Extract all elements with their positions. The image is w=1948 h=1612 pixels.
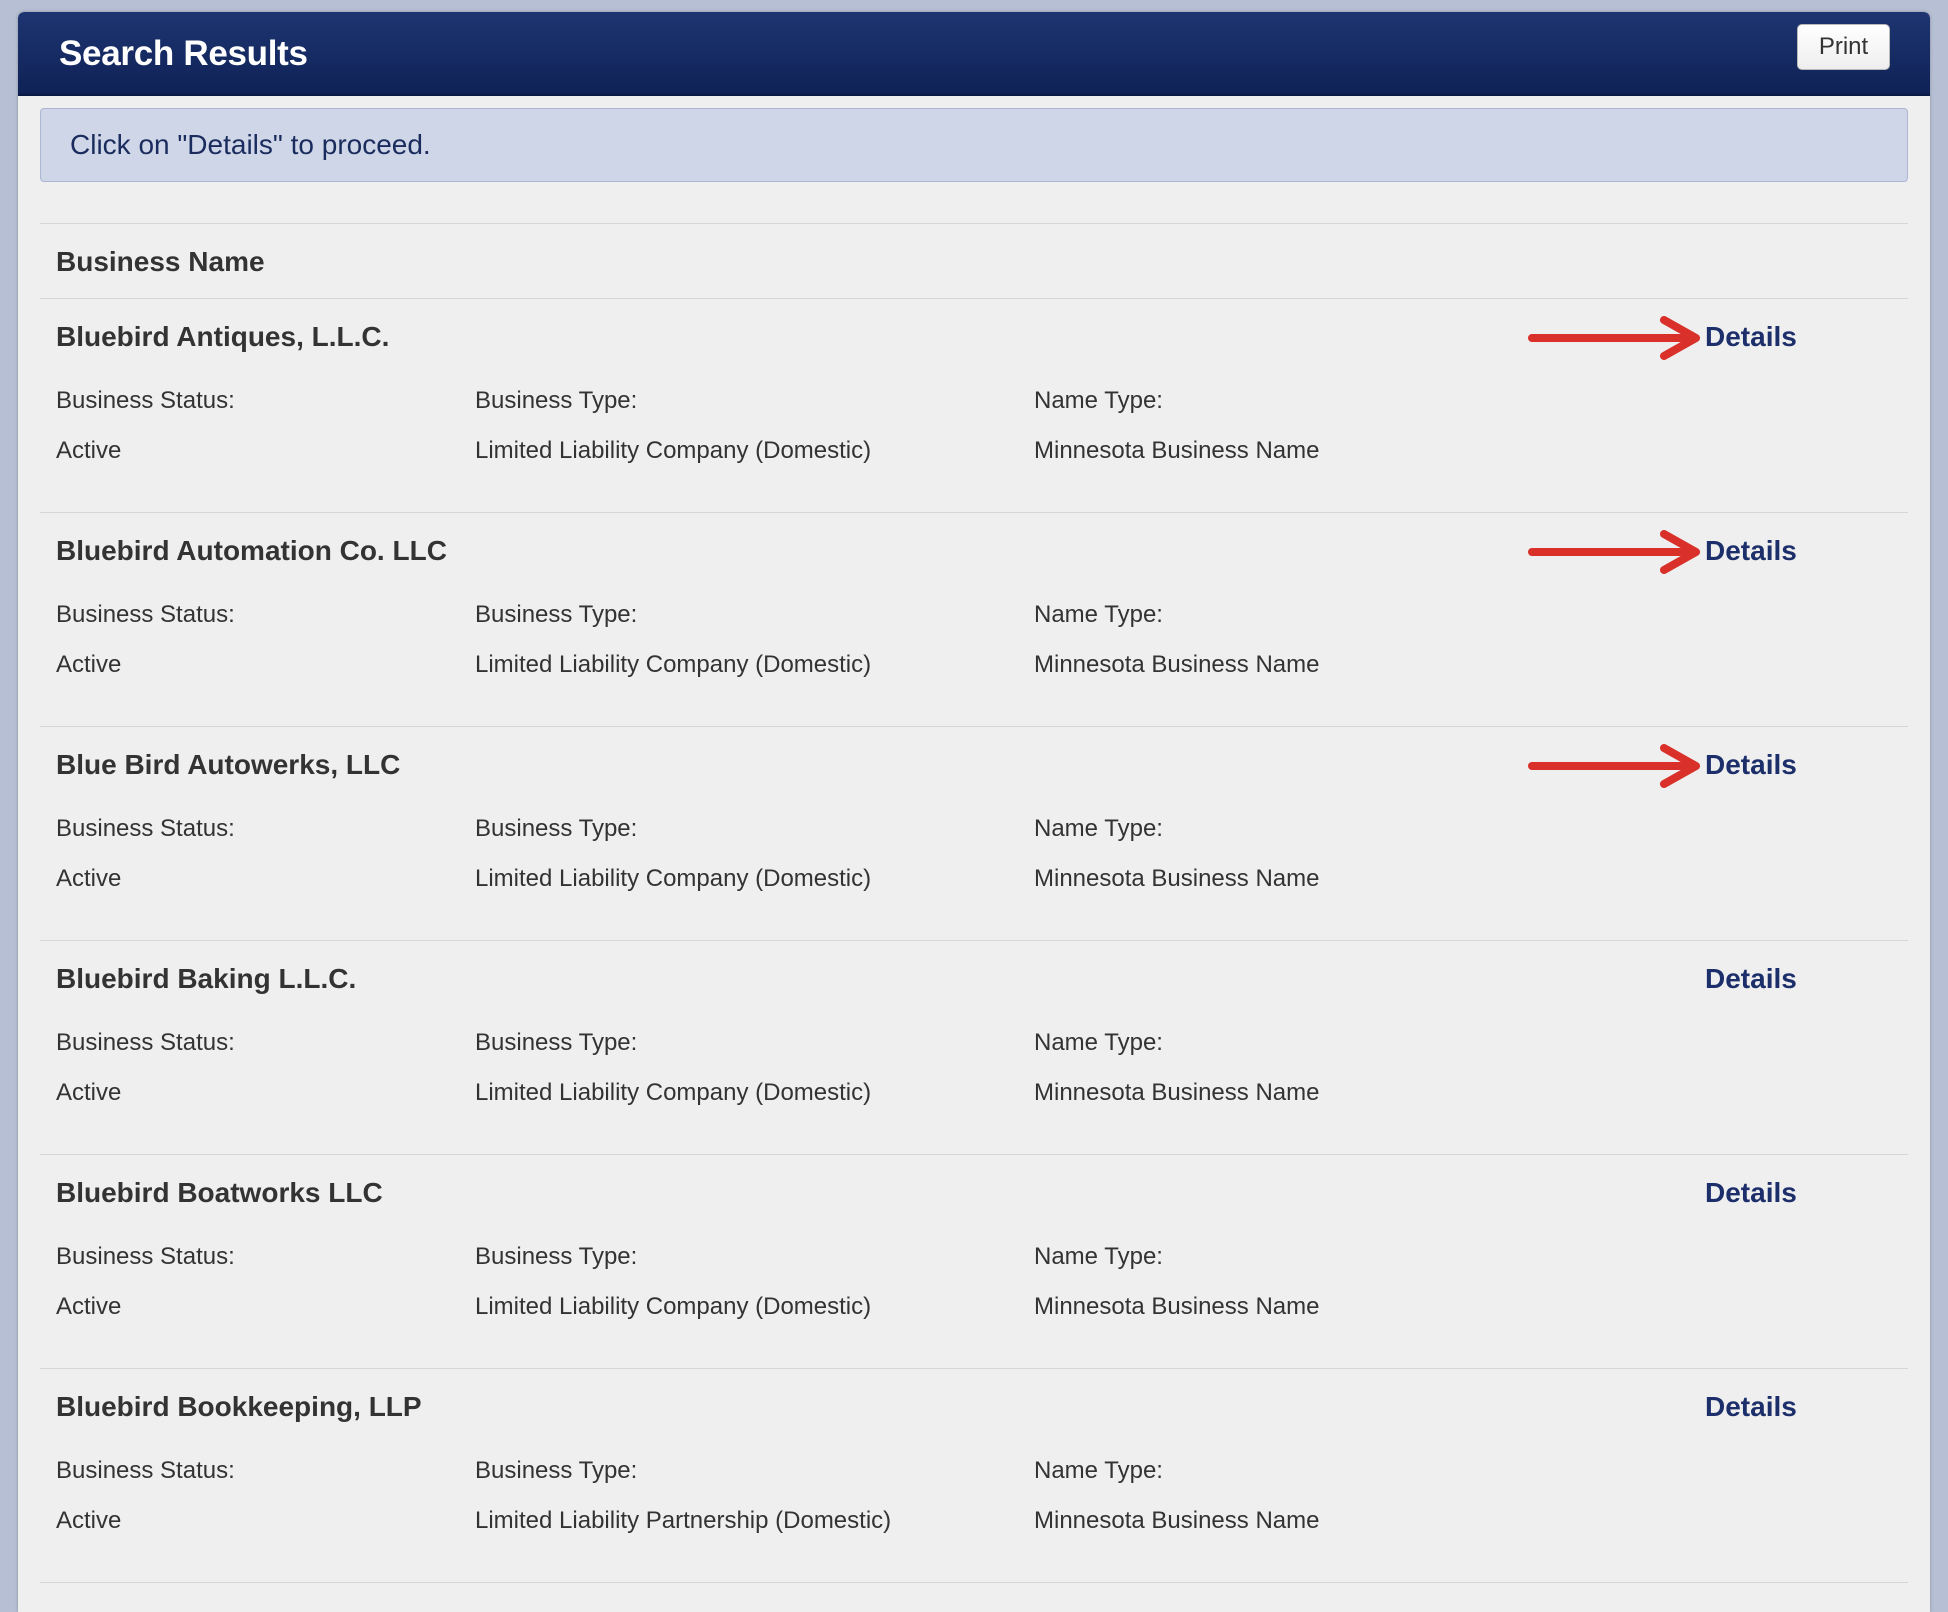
result-row-2: Bluebird Automation Co. LLC Details Busi… <box>40 513 1908 727</box>
business-name: Bluebird Antiques, L.L.C. <box>56 321 390 352</box>
result-row-6: Bluebird Bookkeeping, LLP Details Busine… <box>40 1369 1908 1583</box>
info-banner-text: Click on "Details" to proceed. <box>70 129 431 160</box>
business-status-value: Active <box>56 437 122 464</box>
page-title: Search Results <box>59 34 308 73</box>
business-status-label: Business Status: <box>56 815 235 842</box>
business-type-value: Limited Liability Company (Domestic) <box>475 437 872 464</box>
red-arrow-right-icon <box>1528 316 1700 360</box>
name-type-label: Name Type: <box>1034 1243 1163 1270</box>
name-type-value: Minnesota Business Name <box>1034 1507 1320 1534</box>
result-row-4: Bluebird Baking L.L.C. Details Business … <box>40 941 1908 1155</box>
details-link[interactable]: Details <box>1705 535 1797 567</box>
name-type-value: Minnesota Business Name <box>1034 651 1320 678</box>
details-link[interactable]: Details <box>1705 1391 1797 1423</box>
business-type-value: Limited Liability Company (Domestic) <box>475 651 872 678</box>
business-status-value: Active <box>56 1079 122 1106</box>
business-type-value: Limited Liability Company (Domestic) <box>475 1293 872 1320</box>
business-status-value: Active <box>56 1293 122 1320</box>
business-type-value: Limited Liability Company (Domestic) <box>475 1079 872 1106</box>
details-link[interactable]: Details <box>1705 321 1797 353</box>
info-banner: Click on "Details" to proceed. <box>40 108 1908 182</box>
search-results-panel: Search Results Print Click on "Details" … <box>18 12 1930 1612</box>
business-type-value: Limited Liability Partnership (Domestic) <box>475 1507 892 1534</box>
business-name: Bluebird Boatworks LLC <box>56 1177 383 1208</box>
business-name: Blue Bird Autowerks, LLC <box>56 749 401 780</box>
result-row-1: Bluebird Antiques, L.L.C. Details Busine… <box>40 299 1908 513</box>
business-name: Bluebird Automation Co. LLC <box>56 535 447 566</box>
red-arrow-right-icon <box>1528 530 1700 574</box>
business-status-value: Active <box>56 1507 122 1534</box>
business-type-label: Business Type: <box>475 1029 638 1056</box>
business-status-value: Active <box>56 865 122 892</box>
result-row-3: Blue Bird Autowerks, LLC Details Busines… <box>40 727 1908 941</box>
business-status-label: Business Status: <box>56 1029 235 1056</box>
print-button[interactable]: Print <box>1797 24 1890 70</box>
business-type-label: Business Type: <box>475 387 638 414</box>
name-type-value: Minnesota Business Name <box>1034 865 1320 892</box>
business-type-label: Business Type: <box>475 815 638 842</box>
name-type-label: Name Type: <box>1034 1029 1163 1056</box>
results-list: Business Name Bluebird Antiques, L.L.C. … <box>40 223 1908 1583</box>
business-type-label: Business Type: <box>475 1457 638 1484</box>
details-link[interactable]: Details <box>1705 963 1797 995</box>
column-header-business-name: Business Name <box>56 246 265 277</box>
business-type-label: Business Type: <box>475 1243 638 1270</box>
result-row-5: Bluebird Boatworks LLC Details Business … <box>40 1155 1908 1369</box>
business-name: Bluebird Bookkeeping, LLP <box>56 1391 422 1422</box>
business-status-label: Business Status: <box>56 1243 235 1270</box>
details-link[interactable]: Details <box>1705 1177 1797 1209</box>
details-link[interactable]: Details <box>1705 749 1797 781</box>
name-type-label: Name Type: <box>1034 815 1163 842</box>
business-type-value: Limited Liability Company (Domestic) <box>475 865 872 892</box>
red-arrow-right-icon <box>1528 744 1700 788</box>
business-status-label: Business Status: <box>56 387 235 414</box>
panel-header: Search Results Print <box>18 12 1930 96</box>
business-status-value: Active <box>56 651 122 678</box>
name-type-label: Name Type: <box>1034 387 1163 414</box>
business-type-label: Business Type: <box>475 601 638 628</box>
column-header: Business Name <box>40 224 1908 299</box>
business-status-label: Business Status: <box>56 1457 235 1484</box>
name-type-label: Name Type: <box>1034 1457 1163 1484</box>
name-type-value: Minnesota Business Name <box>1034 1293 1320 1320</box>
business-name: Bluebird Baking L.L.C. <box>56 963 357 994</box>
name-type-label: Name Type: <box>1034 601 1163 628</box>
name-type-value: Minnesota Business Name <box>1034 437 1320 464</box>
name-type-value: Minnesota Business Name <box>1034 1079 1320 1106</box>
business-status-label: Business Status: <box>56 601 235 628</box>
